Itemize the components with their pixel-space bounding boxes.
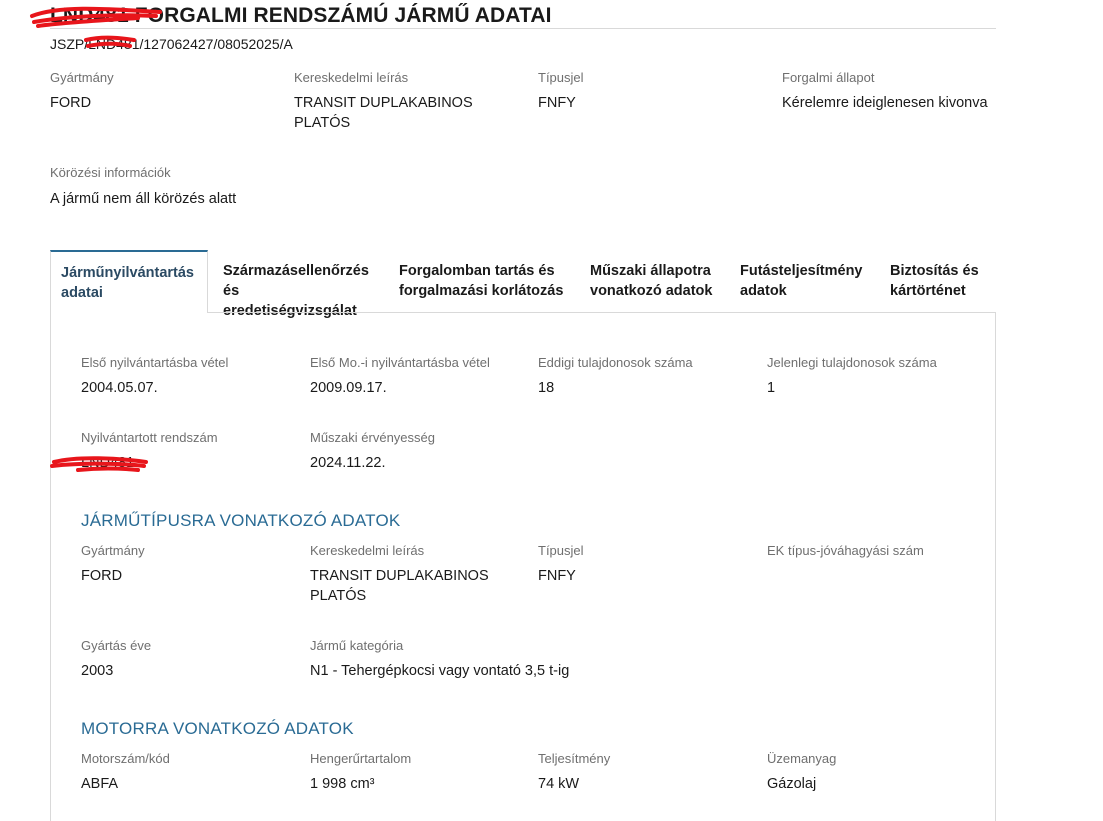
inspection-validity-value: 2024.11.22. xyxy=(310,455,386,471)
inspection-validity-label: Műszaki érvényesség xyxy=(310,430,435,445)
tab-panel xyxy=(50,312,996,821)
tab-registration[interactable]: Járműnyilvántartás adatai xyxy=(50,250,208,313)
vehicle-category-value: N1 - Tehergépkocsi vagy vontató 3,5 t-ig xyxy=(310,663,570,679)
first-registration-label: Első nyilvántartásba vétel xyxy=(81,355,229,370)
displacement-value: 1 998 cm³ xyxy=(310,776,375,792)
type-code-value: FNFY xyxy=(538,95,576,111)
page-title: LND481 FORGALMI RENDSZÁMÚ JÁRMŰ ADATAI xyxy=(50,4,552,27)
vt-manufacturer-label: Gyártmány xyxy=(81,543,145,558)
tab-traffic-restrictions[interactable]: Forgalomban tartás és forgalmazási korlá… xyxy=(389,250,575,312)
registered-plate-value: LND481 xyxy=(81,455,135,471)
tab-label-line1: Forgalomban tartás és xyxy=(399,263,555,279)
tab-label-line1: Futásteljesítmény xyxy=(740,263,863,279)
manufacturer-value: FORD xyxy=(50,95,92,111)
query-reference: JSZP/LND481/127062427/08052025/A xyxy=(50,36,293,52)
vt-trade-description-label: Kereskedelmi leírás xyxy=(310,543,425,558)
first-hu-registration-value: 2009.09.17. xyxy=(310,380,387,396)
vt-trade-description-value-line1: TRANSIT DUPLAKABINOS xyxy=(310,568,489,584)
tab-mileage[interactable]: Futásteljesítmény adatok xyxy=(730,250,876,312)
tab-label-line2: kártörténet xyxy=(890,283,966,299)
tab-label-line2: adatai xyxy=(61,285,103,301)
fuel-value: Gázolaj xyxy=(767,776,817,792)
trade-description-value-line2: PLATÓS xyxy=(294,115,351,131)
tab-bar: Járműnyilvántartás adatai Származásellen… xyxy=(50,250,996,319)
first-registration-value: 2004.05.07. xyxy=(81,380,158,396)
traffic-status-value: Kérelemre ideiglenesen kivonva xyxy=(782,95,988,111)
vt-manufacturer-value: FORD xyxy=(81,568,123,584)
fuel-label: Üzemanyag xyxy=(767,751,837,766)
tab-technical-condition[interactable]: Műszaki állapotra vonatkozó adatok xyxy=(580,250,726,312)
wanted-info-value: A jármű nem áll körözés alatt xyxy=(50,191,237,207)
previous-owners-label: Eddigi tulajdonosok száma xyxy=(538,355,693,370)
type-code-label: Típusjel xyxy=(538,70,584,85)
ec-approval-label: EK típus-jóváhagyási szám xyxy=(767,543,924,558)
vehicle-data-page: LND481 FORGALMI RENDSZÁMÚ JÁRMŰ ADATAI J… xyxy=(0,0,1103,821)
trade-description-value-line1: TRANSIT DUPLAKABINOS xyxy=(294,95,473,111)
trade-description-label: Kereskedelmi leírás xyxy=(294,70,409,85)
tab-label-line2: forgalmazási korlátozás xyxy=(399,283,564,299)
current-owners-label: Jelenlegi tulajdonosok száma xyxy=(767,355,937,370)
production-year-value: 2003 xyxy=(81,663,114,679)
first-hu-registration-label: Első Mo.-i nyilvántartásba vétel xyxy=(310,355,490,370)
displacement-label: Hengerűrtartalom xyxy=(310,751,412,766)
tab-label-line1: Járműnyilvántartás xyxy=(61,265,194,281)
engine-code-label: Motorszám/kód xyxy=(81,751,170,766)
vt-trade-description-value-line2: PLATÓS xyxy=(310,588,367,604)
tab-origin-check[interactable]: Származásellenőrzés és eredetiségvizsgál… xyxy=(213,250,383,319)
production-year-label: Gyártás éve xyxy=(81,638,152,653)
tab-label-line2: adatok xyxy=(740,283,787,299)
engine-code-value: ABFA xyxy=(81,776,119,792)
power-value: 74 kW xyxy=(538,776,580,792)
manufacturer-label: Gyártmány xyxy=(50,70,114,85)
vehicle-type-section-title: JÁRMŰTÍPUSRA VONATKOZÓ ADATOK xyxy=(81,511,401,530)
tab-insurance[interactable]: Biztosítás és kártörténet xyxy=(880,250,996,312)
tab-label-line1: Biztosítás és xyxy=(890,263,979,279)
vehicle-category-label: Jármű kategória xyxy=(310,638,404,653)
tab-label-line1: Műszaki állapotra xyxy=(590,263,711,279)
tab-label-line1: Származásellenőrzés xyxy=(223,263,369,279)
previous-owners-value: 18 xyxy=(538,380,555,396)
vt-type-code-label: Típusjel xyxy=(538,543,584,558)
tab-label-line2: vonatkozó adatok xyxy=(590,283,713,299)
title-divider xyxy=(50,28,996,29)
current-owners-value: 1 xyxy=(767,380,776,396)
vt-type-code-value: FNFY xyxy=(538,568,576,584)
power-label: Teljesítmény xyxy=(538,751,611,766)
traffic-status-label: Forgalmi állapot xyxy=(782,70,875,85)
registered-plate-label: Nyilvántartott rendszám xyxy=(81,430,218,445)
engine-section-title: MOTORRA VONATKOZÓ ADATOK xyxy=(81,719,354,738)
wanted-info-label: Körözési információk xyxy=(50,165,171,180)
